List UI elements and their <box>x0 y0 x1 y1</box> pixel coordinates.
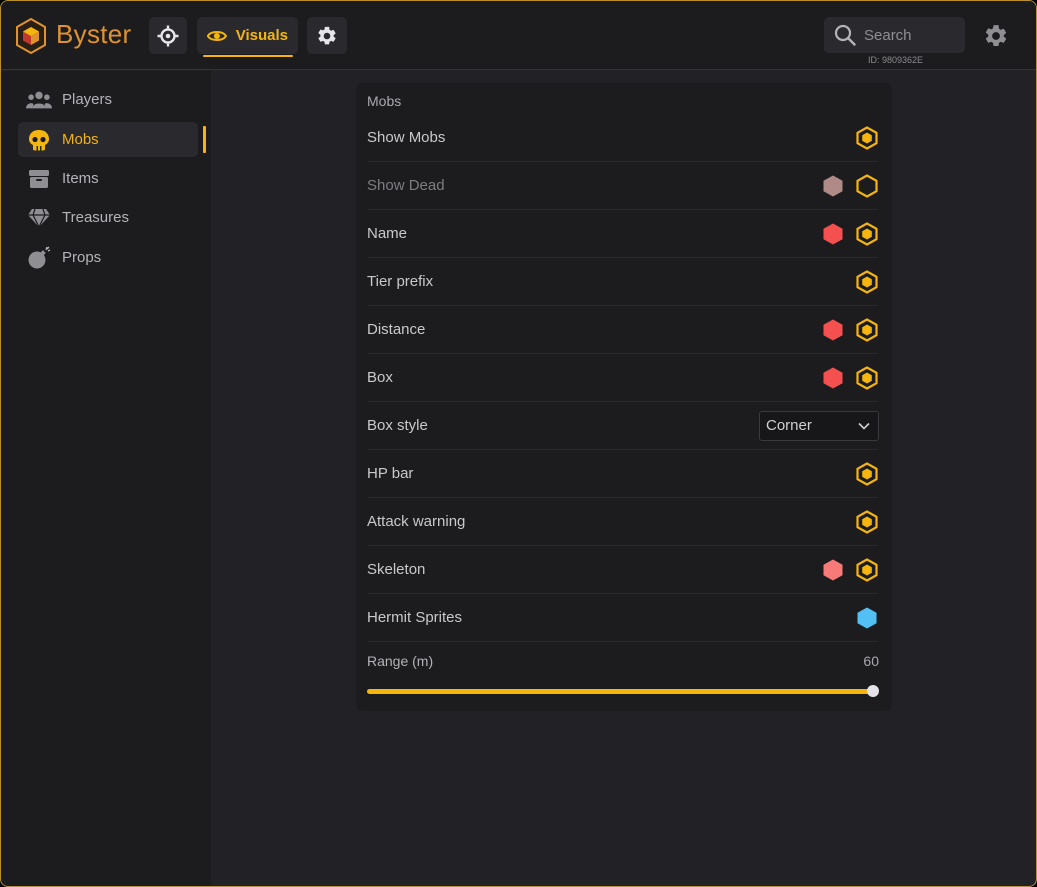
toggle-on-hex-icon[interactable] <box>855 509 879 534</box>
setting-controls <box>855 509 879 534</box>
setting-label: Tier prefix <box>367 273 434 290</box>
search-box[interactable]: Search <box>824 17 965 53</box>
setting-controls <box>821 221 879 246</box>
toggle-on-hex-icon[interactable] <box>855 317 879 342</box>
setting-row: HP bar <box>367 450 879 498</box>
sidebar-item-mobs[interactable]: Mobs <box>18 122 198 157</box>
setting-controls <box>821 173 879 198</box>
visuals-tab-label: Visuals <box>235 27 288 44</box>
diamond-icon <box>26 207 52 229</box>
chevron-down-icon <box>858 422 870 430</box>
setting-row: Tier prefix <box>367 258 879 306</box>
active-nav-marker <box>203 126 206 153</box>
color-swatch-icon[interactable] <box>821 318 845 342</box>
app-title: Byster <box>56 19 132 49</box>
panel-title: Mobs <box>367 93 402 109</box>
sidebar-item-label: Items <box>62 170 99 187</box>
setting-row: Box style Corner <box>367 402 879 450</box>
sidebar-item-treasures[interactable]: Treasures <box>18 200 198 235</box>
setting-label: Skeleton <box>367 561 426 578</box>
setting-label: Show Mobs <box>367 129 446 146</box>
range-label: Range (m) <box>367 653 434 669</box>
toggle-on-hex-icon[interactable] <box>855 269 879 294</box>
color-swatch-icon[interactable] <box>821 174 845 198</box>
user-id-text: ID: 9809362E <box>868 55 924 65</box>
app-window: Byster Visuals Search ID: 9809362E Playe… <box>0 0 1037 887</box>
sidebar-item-label: Props <box>62 249 102 266</box>
toggle-on-hex-icon[interactable] <box>855 365 879 390</box>
setting-label: HP bar <box>367 465 414 482</box>
setting-label: Distance <box>367 321 426 338</box>
crosshair-icon <box>157 25 179 46</box>
eye-icon <box>207 30 227 41</box>
sidebar-item-label: Mobs <box>62 131 99 148</box>
setting-row: Skeleton <box>367 546 879 594</box>
global-settings-gear-icon[interactable] <box>983 23 1009 49</box>
setting-row: Show Mobs <box>367 114 879 162</box>
setting-label: Name <box>367 225 408 242</box>
bomb-icon <box>26 246 52 269</box>
setting-controls <box>855 606 879 630</box>
setting-controls <box>855 125 879 150</box>
search-icon <box>834 24 856 46</box>
range-slider-fill <box>367 689 873 694</box>
setting-label: Box <box>367 369 393 386</box>
setting-controls <box>821 365 879 390</box>
sidebar-item-players[interactable]: Players <box>18 82 198 117</box>
toggle-on-hex-icon[interactable] <box>855 557 879 582</box>
setting-controls: Corner <box>759 410 879 441</box>
players-icon <box>26 89 52 111</box>
active-tab-underline <box>203 55 293 57</box>
box-icon <box>26 168 52 190</box>
color-swatch-icon[interactable] <box>821 222 845 246</box>
setting-label: Show Dead <box>367 177 445 194</box>
aim-tab-button[interactable] <box>149 17 187 54</box>
setting-row: Show Dead <box>367 162 879 210</box>
setting-label: Attack warning <box>367 513 466 530</box>
gear-icon <box>318 26 336 44</box>
setting-label: Box style <box>367 417 428 434</box>
toggle-on-hex-icon[interactable] <box>855 461 879 486</box>
color-swatch-icon[interactable] <box>855 606 879 630</box>
sidebar-item-label: Players <box>62 91 113 108</box>
byster-logo-icon <box>16 18 46 54</box>
color-swatch-icon[interactable] <box>821 558 845 582</box>
setting-row: Distance <box>367 306 879 354</box>
visuals-tab-button[interactable]: Visuals <box>197 17 298 54</box>
toggle-off-hex-icon[interactable] <box>855 173 879 198</box>
mobs-settings-panel: Mobs Show Mobs Show Dead Name Tier prefix Di… <box>356 83 892 711</box>
setting-controls <box>855 461 879 486</box>
toggle-on-hex-icon[interactable] <box>855 125 879 150</box>
box-style-select[interactable]: Corner <box>759 410 879 441</box>
range-slider[interactable] <box>367 685 879 697</box>
color-swatch-icon[interactable] <box>821 366 845 390</box>
toggle-on-hex-icon[interactable] <box>855 221 879 246</box>
setting-label: Hermit Sprites <box>367 609 463 626</box>
range-value: 60 <box>863 653 879 669</box>
range-slider-thumb[interactable] <box>867 685 879 697</box>
setting-controls <box>821 557 879 582</box>
sidebar-item-label: Treasures <box>62 209 129 226</box>
setting-controls <box>821 317 879 342</box>
skull-icon <box>26 129 52 151</box>
settings-tab-button[interactable] <box>307 17 347 54</box>
sidebar: Players Mobs Items Treasures Props <box>1 71 211 886</box>
setting-row: Box <box>367 354 879 402</box>
select-value: Corner <box>766 417 812 434</box>
top-bar: Byster Visuals Search ID: 9809362E <box>1 1 1036 70</box>
sidebar-item-items[interactable]: Items <box>18 161 198 196</box>
setting-row: Hermit Sprites <box>367 594 879 642</box>
setting-row: Name <box>367 210 879 258</box>
search-placeholder: Search <box>864 26 912 44</box>
setting-row: Attack warning <box>367 498 879 546</box>
sidebar-item-props[interactable]: Props <box>18 240 198 275</box>
setting-controls <box>855 269 879 294</box>
